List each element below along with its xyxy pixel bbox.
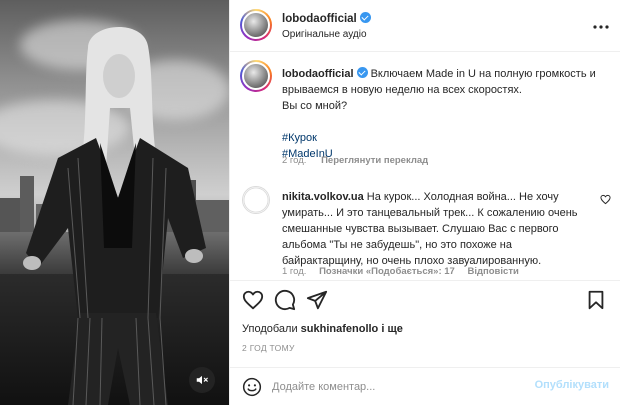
comment-input[interactable] [272, 377, 522, 397]
likes-prefix: Уподобали [242, 323, 298, 335]
action-bar [230, 280, 620, 320]
comment-text: nikita.volkov.ua На курок... Холодная во… [282, 189, 594, 269]
caption-line-2: врываемся в новую неделю на всех скорост… [282, 84, 522, 96]
smiley-icon [242, 377, 262, 397]
verified-badge-icon [356, 67, 368, 78]
add-comment-bar: Опублікувати [230, 367, 620, 405]
caption-time[interactable]: 2 год. [282, 155, 306, 166]
heart-icon [600, 194, 611, 205]
mute-button[interactable] [189, 367, 215, 393]
post-media[interactable] [0, 0, 229, 405]
emoji-button[interactable] [242, 377, 262, 400]
avatar[interactable] [242, 186, 270, 214]
photo-person [23, 27, 206, 405]
comment-button[interactable] [274, 289, 296, 314]
post-header: lobodaofficial Оригінальне аудіо [230, 0, 620, 52]
heart-icon [242, 290, 264, 310]
post-date[interactable]: 2 ГОД ТОМУ [242, 343, 295, 353]
comment-line-3: смешанные чувства вызывает. Слушаю Вас с… [282, 223, 559, 235]
see-translation-button[interactable]: Переглянути переклад [321, 155, 428, 166]
comment-like-button[interactable] [600, 194, 611, 208]
caption-meta: 2 год. Переглянути переклад [282, 155, 428, 166]
default-avatar-icon [243, 187, 269, 213]
send-icon [306, 290, 328, 310]
caption-text: lobodaofficial Включаем Made in U на пол… [282, 66, 607, 162]
comment-meta: 1 год. Позначки «Подобається»: 17 Відпов… [282, 266, 529, 277]
likes-others[interactable]: і ще [381, 323, 403, 335]
avatar[interactable] [240, 9, 272, 41]
likes-summary: Уподобали sukhinafenollo і ще [242, 323, 403, 335]
more-options-button[interactable] [593, 16, 609, 34]
hashtag-link[interactable]: #Курок [282, 130, 607, 146]
caption-line-3: Вы со мной? [282, 100, 348, 112]
comment-line-4: альбома "Ты не забудешь", но это похоже … [282, 239, 512, 251]
comment-likes-count[interactable]: Позначки «Подобається»: 17 [319, 266, 455, 277]
reply-button[interactable]: Відповісти [467, 266, 518, 277]
avatar[interactable] [240, 60, 272, 92]
bookmark-icon [588, 290, 604, 310]
audio-label[interactable]: Оригінальне аудіо [282, 29, 367, 40]
post-author[interactable]: lobodaofficial [282, 12, 371, 25]
comment-line-2: умирать... И это танцевальный трек... К … [282, 207, 578, 219]
post-comment-button[interactable]: Опублікувати [535, 379, 609, 391]
comment-icon [274, 289, 296, 311]
more-horizontal-icon [593, 25, 609, 29]
save-button[interactable] [585, 289, 607, 314]
verified-badge-icon [359, 12, 371, 23]
like-button[interactable] [242, 289, 264, 314]
caption-username[interactable]: lobodaofficial [282, 68, 354, 80]
speaker-muted-icon [196, 375, 208, 385]
caption-line-1: Включаем Made in U на полную громкость и [370, 68, 596, 80]
comment-line-1: На курок... Холодная война... Не хочу [366, 191, 559, 203]
post-panel: lobodaofficial Оригінальне аудіо lobodao… [229, 0, 620, 405]
comment-time[interactable]: 1 год. [282, 266, 306, 277]
share-button[interactable] [306, 289, 328, 314]
comment-username[interactable]: nikita.volkov.ua [282, 191, 364, 203]
likes-user[interactable]: sukhinafenollo [301, 323, 379, 335]
post-author-username[interactable]: lobodaofficial [282, 13, 357, 25]
